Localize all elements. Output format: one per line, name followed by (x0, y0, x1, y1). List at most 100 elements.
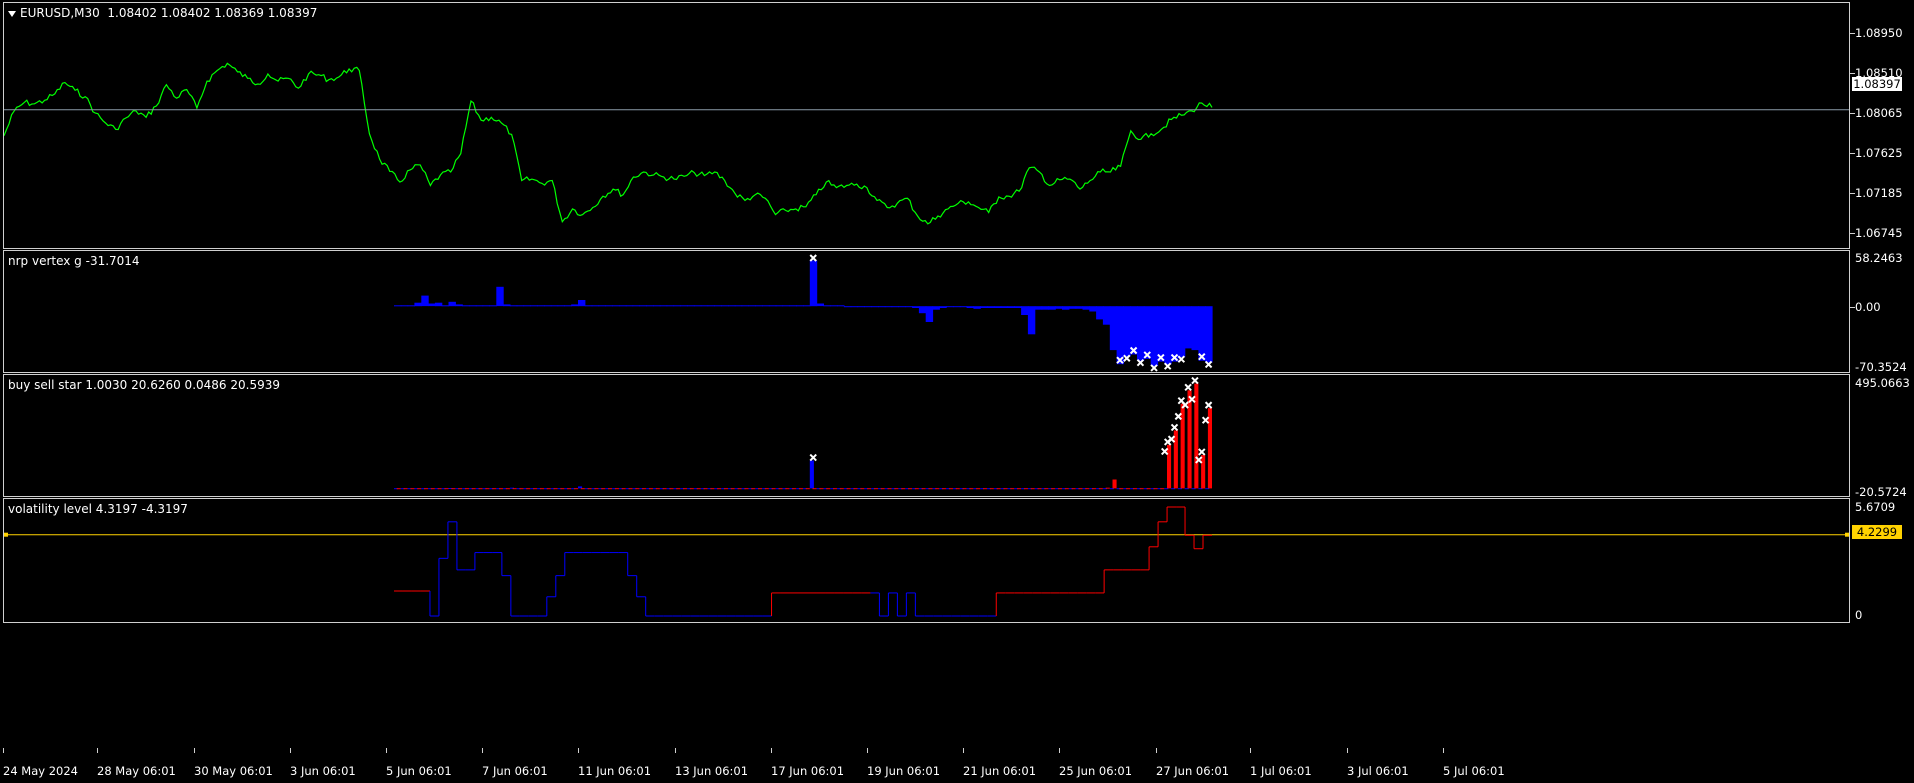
nrp-bar (1062, 306, 1070, 310)
y-label-nrp-max: 58.2463 (1855, 251, 1903, 265)
nrp-vertex-pane[interactable]: nrp vertex g -31.7014 (3, 250, 1850, 373)
nrp-bar (1171, 306, 1179, 362)
x-tick (3, 748, 4, 753)
bss-red-bar (901, 488, 906, 490)
y-label-vol-max: 5.6709 (1855, 500, 1896, 514)
volatility-level-label: 4.2299 (1852, 525, 1902, 539)
x-tick (290, 748, 291, 753)
bss-signal-marker (1191, 376, 1199, 385)
nrp-bar (966, 306, 974, 308)
bss-red-bar (976, 488, 981, 490)
bss-red-bar (424, 488, 429, 490)
bss-red-bar (512, 488, 517, 490)
bss-red-bar (499, 488, 504, 490)
bss-red-bar (1098, 488, 1103, 490)
y-label-main: 1.07185 (1855, 186, 1903, 200)
bss-red-bar (567, 488, 572, 490)
bss-red-bar (676, 488, 681, 490)
x-label: 28 May 06:01 (97, 764, 176, 778)
bss-red-bar (833, 488, 838, 490)
bss-red-bar (1167, 444, 1172, 489)
bss-red-bar (546, 488, 551, 490)
bss-red-bar (485, 488, 490, 490)
x-label: 5 Jul 06:01 (1443, 764, 1505, 778)
nrp-bar (509, 305, 518, 307)
nrp-bar (959, 306, 968, 308)
bss-red-bar (1180, 403, 1185, 489)
bss-red-bar (1037, 488, 1042, 490)
nrp-bar (544, 305, 552, 307)
nrp-bar (803, 305, 811, 307)
x-tick (867, 748, 868, 753)
nrp-bar (768, 305, 777, 307)
volatility-pane[interactable]: volatility level 4.3197 -4.3197 (3, 498, 1850, 623)
bss-red-bar (717, 488, 722, 490)
nrp-bar (728, 305, 736, 307)
time-axis: 24 May 2024 28 May 06:01 30 May 06:01 3 … (0, 748, 1914, 783)
bss-red-bar (553, 488, 558, 490)
bss-red-bar (621, 488, 626, 490)
bss-red-bar (1173, 430, 1178, 489)
bss-red-bar (444, 488, 449, 490)
x-tick (963, 748, 964, 753)
bss-red-bar (1126, 488, 1131, 490)
bss-red-bar (785, 488, 790, 490)
nrp-bar (1109, 306, 1118, 351)
nrp-bar (755, 305, 763, 307)
nrp-bar (469, 305, 477, 307)
nrp-bar (659, 305, 668, 307)
bss-red-bar (580, 488, 585, 490)
nrp-bar (1137, 306, 1145, 361)
nrp-bar (830, 305, 838, 307)
bss-red-bar (1064, 488, 1069, 490)
nrp-bar (666, 305, 675, 307)
bss-signal-marker (1160, 447, 1169, 456)
bss-red-bar (853, 488, 858, 490)
nrp-bar (714, 305, 722, 307)
main-chart-pane[interactable]: EURUSD,M30 1.08402 1.08402 1.08369 1.083… (3, 2, 1850, 249)
bss-red-bar (505, 488, 510, 490)
nrp-bar (434, 302, 443, 307)
x-label: 13 Jun 06:01 (675, 764, 749, 778)
nrp-bar (1150, 306, 1159, 366)
nrp-bar (400, 305, 409, 307)
nrp-bar (1055, 306, 1063, 309)
bss-red-bar (983, 488, 988, 490)
bss-red-bar (648, 488, 653, 490)
nrp-bar (421, 295, 429, 307)
nrp-bar (489, 305, 497, 307)
bss-red-bar (860, 488, 865, 490)
nrp-bar (1089, 306, 1097, 312)
bss-red-bar (1085, 488, 1090, 490)
nrp-bar (1116, 306, 1124, 365)
x-tick (771, 748, 772, 753)
buy-sell-star-pane[interactable]: buy sell star 1.0030 20.6260 0.0486 20.5… (3, 374, 1850, 497)
nrp-bar (775, 305, 784, 307)
nrp-bar (796, 305, 804, 307)
nrp-bar (871, 306, 879, 308)
bss-red-bar (792, 488, 797, 490)
bss-red-bar (560, 488, 565, 490)
y-label-nrp-min: -70.3524 (1855, 360, 1907, 374)
bss-red-bar (628, 488, 633, 490)
nrp-bar (864, 306, 872, 308)
bss-red-bar (1139, 488, 1144, 490)
bss-red-bar (669, 488, 674, 490)
nrp-bar (653, 305, 661, 307)
bss-red-bar (1003, 488, 1008, 490)
bss-red-bar (451, 488, 456, 490)
x-tick (482, 748, 483, 753)
bss-red-bar (798, 488, 803, 490)
bss-red-bar (846, 488, 851, 490)
bss-red-bar (778, 488, 783, 490)
bss-red-bar (458, 488, 463, 490)
nrp-bar (980, 306, 988, 308)
bss-red-bar (396, 488, 401, 490)
bss-red-bar (492, 488, 497, 490)
bss-red-bar (471, 488, 476, 490)
nrp-bar (823, 305, 831, 307)
bss-red-bar (601, 488, 606, 490)
nrp-bar (939, 306, 947, 308)
x-label: 7 Jun 06:01 (482, 764, 548, 778)
nrp-bar (946, 306, 954, 308)
